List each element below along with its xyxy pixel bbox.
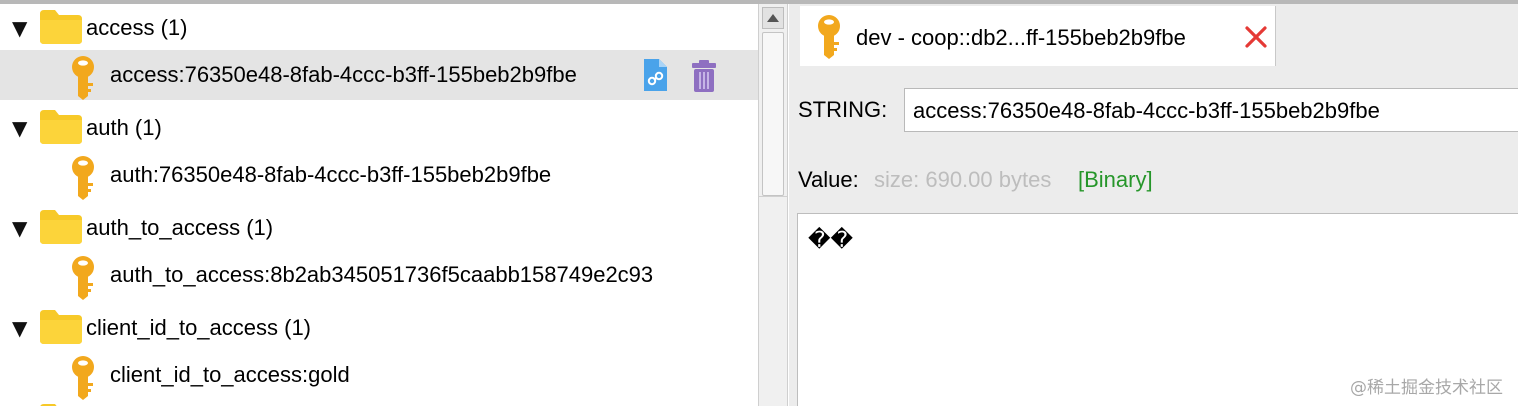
tree-key-access[interactable]: access:76350e48-8fab-4ccc-b3ff-155beb2b9… xyxy=(0,50,758,100)
value-format-badge[interactable]: [Binary] xyxy=(1078,167,1153,193)
trash-icon[interactable] xyxy=(690,59,718,93)
key-type-label: STRING: xyxy=(798,97,888,122)
key-label: client_id_to_access:gold xyxy=(110,362,350,387)
tree-key-auth-to-access[interactable]: auth_to_access:8b2ab345051736f5caabb1587… xyxy=(0,250,758,300)
key-label: auth_to_access:8b2ab345051736f5caabb1587… xyxy=(110,262,654,287)
key-icon xyxy=(818,15,840,59)
tree-key-client-id-to-access[interactable]: client_id_to_access:gold xyxy=(0,350,758,400)
copy-link-icon[interactable] xyxy=(640,57,670,93)
value-size-text: size: 690.00 bytes xyxy=(874,167,1052,192)
close-icon[interactable] xyxy=(1244,25,1268,49)
value-label: Value: xyxy=(798,167,859,192)
key-icon xyxy=(72,256,94,300)
folder-icon xyxy=(40,110,82,144)
scroll-up-button[interactable] xyxy=(762,7,784,29)
key-icon xyxy=(72,56,94,100)
expand-arrow-icon[interactable]: ▼ xyxy=(12,216,27,240)
tab-key-detail[interactable]: dev - coop::db2...ff-155beb2b9fbe xyxy=(800,6,1276,66)
key-name-field[interactable]: access:76350e48-8fab-4ccc-b3ff-155beb2b9… xyxy=(904,88,1518,132)
scroll-thumb[interactable] xyxy=(762,32,784,196)
key-label: access:76350e48-8fab-4ccc-b3ff-155beb2b9… xyxy=(110,62,577,87)
value-content: �� xyxy=(808,228,854,253)
folder-label: auth_to_access (1) xyxy=(86,215,274,240)
folder-icon xyxy=(40,210,82,244)
tree-scrollbar[interactable] xyxy=(758,4,788,406)
expand-arrow-icon[interactable]: ▼ xyxy=(12,316,27,340)
expand-arrow-icon[interactable]: ▼ xyxy=(12,16,27,40)
folder-label: access (1) xyxy=(86,15,188,40)
expand-arrow-icon[interactable]: ▼ xyxy=(12,116,27,140)
folder-icon xyxy=(40,10,82,44)
folder-label: auth (1) xyxy=(86,115,162,140)
tree-folder-access[interactable]: ▼ access (1) xyxy=(0,4,758,54)
watermark: @稀土掘金技术社区 xyxy=(1350,378,1503,398)
key-label: auth:76350e48-8fab-4ccc-b3ff-155beb2b9fb… xyxy=(110,162,552,187)
folder-label: client_id_to_access (1) xyxy=(86,315,312,340)
tree-folder-auth[interactable]: ▼ auth (1) xyxy=(0,104,758,154)
key-tree[interactable]: ▼ access (1) access:76350e48-8fab-4ccc-b… xyxy=(0,4,758,406)
scroll-track xyxy=(759,196,787,197)
tree-folder-client-id-to-access[interactable]: ▼ client_id_to_access (1) xyxy=(0,304,758,354)
key-icon xyxy=(72,156,94,200)
tab-title: dev - coop::db2...ff-155beb2b9fbe xyxy=(856,25,1186,50)
folder-icon xyxy=(40,404,57,406)
tree-key-auth[interactable]: auth:76350e48-8fab-4ccc-b3ff-155beb2b9fb… xyxy=(0,150,758,200)
key-icon xyxy=(72,356,94,400)
tree-folder-auth-to-access[interactable]: ▼ auth_to_access (1) xyxy=(0,204,758,254)
folder-icon xyxy=(40,310,82,344)
